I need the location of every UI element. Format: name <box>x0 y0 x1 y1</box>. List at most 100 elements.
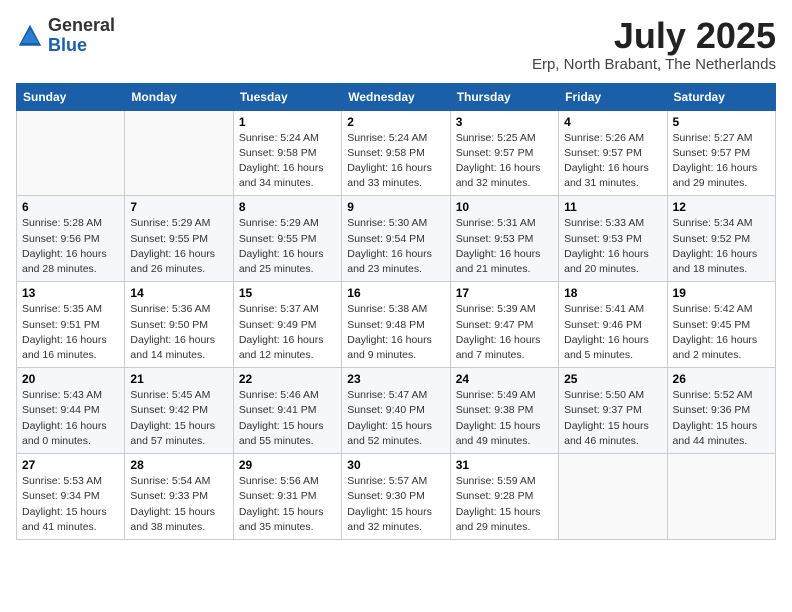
day-number: 18 <box>564 286 661 300</box>
column-header-sunday: Sunday <box>17 83 125 110</box>
day-number: 8 <box>239 200 336 214</box>
day-info: Sunrise: 5:56 AM Sunset: 9:31 PM Dayligh… <box>239 474 336 535</box>
day-number: 24 <box>456 372 553 386</box>
day-number: 17 <box>456 286 553 300</box>
calendar-cell: 18 Sunrise: 5:41 AM Sunset: 9:46 PM Dayli… <box>559 282 667 368</box>
calendar-cell: 19 Sunrise: 5:42 AM Sunset: 9:45 PM Dayli… <box>667 282 775 368</box>
calendar-week-5: 27 Sunrise: 5:53 AM Sunset: 9:34 PM Dayli… <box>17 454 776 540</box>
column-header-tuesday: Tuesday <box>233 83 341 110</box>
day-info: Sunrise: 5:24 AM Sunset: 9:58 PM Dayligh… <box>347 131 444 192</box>
calendar-cell: 28Sunrise: 5:54 AM Sunset: 9:33 PM Dayli… <box>125 454 233 540</box>
day-info: Sunrise: 5:29 AM Sunset: 9:55 PM Dayligh… <box>130 216 227 277</box>
day-info: Sunrise: 5:25 AM Sunset: 9:57 PM Dayligh… <box>456 131 553 192</box>
day-info: Sunrise: 5:29 AM Sunset: 9:55 PM Dayligh… <box>239 216 336 277</box>
day-info: Sunrise: 5:47 AM Sunset: 9:40 PM Dayligh… <box>347 388 444 449</box>
calendar-cell <box>17 110 125 196</box>
day-number: 31 <box>456 458 553 472</box>
calendar-week-3: 13 Sunrise: 5:35 AM Sunset: 9:51 PM Dayli… <box>17 282 776 368</box>
day-info: Sunrise: 5:46 AM Sunset: 9:41 PM Dayligh… <box>239 388 336 449</box>
day-number: 7 <box>130 200 227 214</box>
calendar-cell: 15Sunrise: 5:37 AM Sunset: 9:49 PM Dayli… <box>233 282 341 368</box>
column-header-wednesday: Wednesday <box>342 83 450 110</box>
day-info: Sunrise: 5:50 AM Sunset: 9:37 PM Dayligh… <box>564 388 661 449</box>
calendar-cell: 6 Sunrise: 5:28 AM Sunset: 9:56 PM Daylig… <box>17 196 125 282</box>
logo-blue-text: Blue <box>48 35 87 55</box>
column-header-saturday: Saturday <box>667 83 775 110</box>
day-number: 15 <box>239 286 336 300</box>
calendar-cell: 11Sunrise: 5:33 AM Sunset: 9:53 PM Dayli… <box>559 196 667 282</box>
column-header-monday: Monday <box>125 83 233 110</box>
day-info: Sunrise: 5:45 AM Sunset: 9:42 PM Dayligh… <box>130 388 227 449</box>
day-number: 23 <box>347 372 444 386</box>
calendar-cell: 17 Sunrise: 5:39 AM Sunset: 9:47 PM Dayli… <box>450 282 558 368</box>
calendar-cell: 7 Sunrise: 5:29 AM Sunset: 9:55 PM Daylig… <box>125 196 233 282</box>
title-block: July 2025 Erp, North Brabant, The Nether… <box>532 16 776 73</box>
day-number: 19 <box>673 286 770 300</box>
day-number: 6 <box>22 200 119 214</box>
calendar-week-1: 1 Sunrise: 5:24 AM Sunset: 9:58 PM Daylig… <box>17 110 776 196</box>
day-info: Sunrise: 5:39 AM Sunset: 9:47 PM Dayligh… <box>456 302 553 363</box>
calendar-cell: 13 Sunrise: 5:35 AM Sunset: 9:51 PM Dayli… <box>17 282 125 368</box>
day-number: 16 <box>347 286 444 300</box>
calendar-cell: 23 Sunrise: 5:47 AM Sunset: 9:40 PM Dayli… <box>342 368 450 454</box>
calendar-cell: 9 Sunrise: 5:30 AM Sunset: 9:54 PM Daylig… <box>342 196 450 282</box>
calendar-cell: 21 Sunrise: 5:45 AM Sunset: 9:42 PM Dayli… <box>125 368 233 454</box>
calendar-cell: 24Sunrise: 5:49 AM Sunset: 9:38 PM Dayli… <box>450 368 558 454</box>
calendar-week-2: 6 Sunrise: 5:28 AM Sunset: 9:56 PM Daylig… <box>17 196 776 282</box>
day-number: 9 <box>347 200 444 214</box>
calendar-cell: 8 Sunrise: 5:29 AM Sunset: 9:55 PM Daylig… <box>233 196 341 282</box>
day-number: 13 <box>22 286 119 300</box>
day-info: Sunrise: 5:33 AM Sunset: 9:53 PM Dayligh… <box>564 216 661 277</box>
calendar-cell: 1 Sunrise: 5:24 AM Sunset: 9:58 PM Daylig… <box>233 110 341 196</box>
day-info: Sunrise: 5:36 AM Sunset: 9:50 PM Dayligh… <box>130 302 227 363</box>
calendar-cell: 26Sunrise: 5:52 AM Sunset: 9:36 PM Dayli… <box>667 368 775 454</box>
calendar-cell <box>125 110 233 196</box>
day-info: Sunrise: 5:38 AM Sunset: 9:48 PM Dayligh… <box>347 302 444 363</box>
calendar-cell: 29 Sunrise: 5:56 AM Sunset: 9:31 PM Dayli… <box>233 454 341 540</box>
day-number: 26 <box>673 372 770 386</box>
calendar-cell: 25 Sunrise: 5:50 AM Sunset: 9:37 PM Dayli… <box>559 368 667 454</box>
day-number: 28 <box>130 458 227 472</box>
day-number: 29 <box>239 458 336 472</box>
calendar-cell: 10Sunrise: 5:31 AM Sunset: 9:53 PM Dayli… <box>450 196 558 282</box>
day-info: Sunrise: 5:28 AM Sunset: 9:56 PM Dayligh… <box>22 216 119 277</box>
day-number: 25 <box>564 372 661 386</box>
day-number: 3 <box>456 115 553 129</box>
calendar-cell: 5Sunrise: 5:27 AM Sunset: 9:57 PM Daylig… <box>667 110 775 196</box>
logo: General Blue <box>16 16 115 56</box>
column-header-thursday: Thursday <box>450 83 558 110</box>
calendar-cell <box>667 454 775 540</box>
day-info: Sunrise: 5:34 AM Sunset: 9:52 PM Dayligh… <box>673 216 770 277</box>
day-number: 20 <box>22 372 119 386</box>
calendar-cell: 27 Sunrise: 5:53 AM Sunset: 9:34 PM Dayli… <box>17 454 125 540</box>
day-number: 14 <box>130 286 227 300</box>
day-number: 21 <box>130 372 227 386</box>
day-number: 1 <box>239 115 336 129</box>
day-info: Sunrise: 5:27 AM Sunset: 9:57 PM Dayligh… <box>673 131 770 192</box>
calendar-table: SundayMondayTuesdayWednesdayThursdayFrid… <box>16 83 776 540</box>
page-header: General Blue July 2025 Erp, North Braban… <box>16 16 776 73</box>
day-info: Sunrise: 5:41 AM Sunset: 9:46 PM Dayligh… <box>564 302 661 363</box>
calendar-header-row: SundayMondayTuesdayWednesdayThursdayFrid… <box>17 83 776 110</box>
calendar-cell: 12Sunrise: 5:34 AM Sunset: 9:52 PM Dayli… <box>667 196 775 282</box>
day-info: Sunrise: 5:30 AM Sunset: 9:54 PM Dayligh… <box>347 216 444 277</box>
day-number: 10 <box>456 200 553 214</box>
calendar-cell: 2 Sunrise: 5:24 AM Sunset: 9:58 PM Daylig… <box>342 110 450 196</box>
day-number: 30 <box>347 458 444 472</box>
calendar-cell: 31 Sunrise: 5:59 AM Sunset: 9:28 PM Dayli… <box>450 454 558 540</box>
calendar-cell: 3 Sunrise: 5:25 AM Sunset: 9:57 PM Daylig… <box>450 110 558 196</box>
day-number: 4 <box>564 115 661 129</box>
day-number: 2 <box>347 115 444 129</box>
month-title: July 2025 <box>532 16 776 56</box>
column-header-friday: Friday <box>559 83 667 110</box>
day-info: Sunrise: 5:59 AM Sunset: 9:28 PM Dayligh… <box>456 474 553 535</box>
day-info: Sunrise: 5:42 AM Sunset: 9:45 PM Dayligh… <box>673 302 770 363</box>
calendar-cell: 14 Sunrise: 5:36 AM Sunset: 9:50 PM Dayli… <box>125 282 233 368</box>
calendar-cell: 30Sunrise: 5:57 AM Sunset: 9:30 PM Dayli… <box>342 454 450 540</box>
day-info: Sunrise: 5:26 AM Sunset: 9:57 PM Dayligh… <box>564 131 661 192</box>
day-info: Sunrise: 5:24 AM Sunset: 9:58 PM Dayligh… <box>239 131 336 192</box>
day-number: 27 <box>22 458 119 472</box>
logo-icon <box>16 22 44 50</box>
day-info: Sunrise: 5:35 AM Sunset: 9:51 PM Dayligh… <box>22 302 119 363</box>
day-info: Sunrise: 5:53 AM Sunset: 9:34 PM Dayligh… <box>22 474 119 535</box>
